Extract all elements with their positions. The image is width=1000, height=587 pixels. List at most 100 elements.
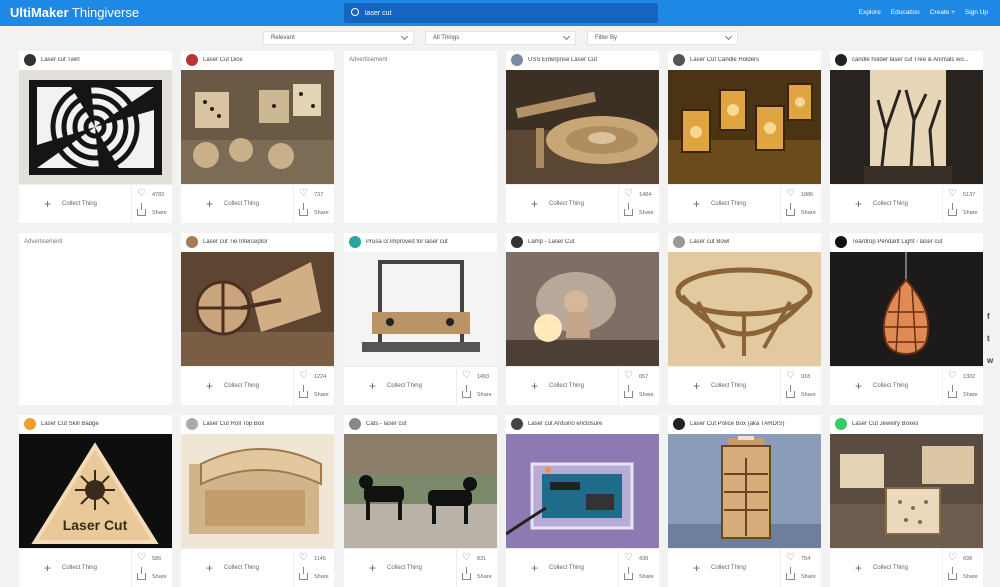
heart-icon[interactable]: ♡ xyxy=(299,371,308,381)
twitter-icon[interactable]: t xyxy=(987,334,990,343)
thing-thumbnail[interactable] xyxy=(344,434,497,548)
nav-create[interactable]: Create + xyxy=(930,9,955,16)
thing-thumbnail[interactable] xyxy=(668,252,821,366)
share-label[interactable]: Share xyxy=(152,574,167,580)
heart-icon[interactable]: ♡ xyxy=(786,553,795,563)
type-select[interactable]: All Things xyxy=(425,31,576,45)
collect-button[interactable]: + Collect Thing xyxy=(506,366,618,405)
thing-card[interactable]: Laser Cut Police Box (aka TARDIS) + Colle… xyxy=(668,415,821,587)
share-icon[interactable] xyxy=(948,385,957,398)
thing-card[interactable]: Laser cut Arduino enclosure + Collect Thi… xyxy=(506,415,659,587)
collect-button[interactable]: + Collect Thing xyxy=(344,366,456,405)
thing-title[interactable]: Laser Cut Skill Badge xyxy=(41,421,167,427)
collect-button[interactable]: + Collect Thing xyxy=(506,548,618,587)
avatar[interactable] xyxy=(511,418,523,430)
thing-card[interactable]: Laser cut Tie Interceptor + Collect Thing… xyxy=(181,233,334,405)
heart-icon[interactable]: ♡ xyxy=(624,189,633,199)
filter-by-select[interactable]: Filter By xyxy=(587,31,738,45)
collect-button[interactable]: + Collect Thing xyxy=(19,548,131,587)
share-icon[interactable] xyxy=(299,385,308,398)
thing-thumbnail[interactable] xyxy=(181,70,334,184)
share-label[interactable]: Share xyxy=(477,392,492,398)
share-icon[interactable] xyxy=(299,203,308,216)
share-label[interactable]: Share xyxy=(314,574,329,580)
thing-thumbnail[interactable]: Laser Cut xyxy=(19,434,172,548)
thing-thumbnail[interactable] xyxy=(19,70,172,184)
search-bar[interactable] xyxy=(344,3,658,23)
avatar[interactable] xyxy=(673,54,685,66)
collect-button[interactable]: + Collect Thing xyxy=(181,548,293,587)
thing-thumbnail[interactable] xyxy=(506,252,659,366)
sort-select[interactable]: Relevant xyxy=(263,31,414,45)
whatsapp-icon[interactable]: w xyxy=(987,356,993,365)
avatar[interactable] xyxy=(835,54,847,66)
thing-thumbnail[interactable] xyxy=(830,434,983,548)
thing-thumbnail[interactable] xyxy=(830,252,983,366)
heart-icon[interactable]: ♡ xyxy=(948,553,957,563)
share-label[interactable]: Share xyxy=(801,574,816,580)
avatar[interactable] xyxy=(24,418,36,430)
thing-title[interactable]: Lamp - Laser Cut xyxy=(528,239,654,245)
thing-card[interactable]: USS Enterprise Laser Cut + Collect Thing … xyxy=(506,51,659,223)
share-icon[interactable] xyxy=(786,203,795,216)
thing-title[interactable]: candle holder laser cut Tree & Animals w… xyxy=(852,57,978,63)
thing-card[interactable]: Laser Cut Candle Holders + Collect Thing … xyxy=(668,51,821,223)
share-label[interactable]: Share xyxy=(639,210,654,216)
collect-button[interactable]: + Collect Thing xyxy=(181,366,293,405)
heart-icon[interactable]: ♡ xyxy=(137,553,146,563)
collect-button[interactable]: + Collect Thing xyxy=(506,184,618,223)
collect-button[interactable]: + Collect Thing xyxy=(668,366,780,405)
collect-button[interactable]: + Collect Thing xyxy=(344,548,456,587)
search-input[interactable] xyxy=(365,6,645,20)
share-label[interactable]: Share xyxy=(477,574,492,580)
share-label[interactable]: Share xyxy=(801,210,816,216)
thing-title[interactable]: Laser Cut Candle Holders xyxy=(690,57,816,63)
brand-logo[interactable]: UltiMaker Thingiverse xyxy=(10,5,139,20)
heart-icon[interactable]: ♡ xyxy=(948,371,957,381)
thing-card[interactable]: Cats - laser cut + Collect Thing ♡ 831 Shar… xyxy=(344,415,497,587)
avatar[interactable] xyxy=(673,418,685,430)
nav-explore[interactable]: Explore xyxy=(859,9,881,16)
thing-title[interactable]: Prusa i3 Improved for laser cut xyxy=(366,239,492,245)
thing-title[interactable]: USS Enterprise Laser Cut xyxy=(528,57,654,63)
share-label[interactable]: Share xyxy=(314,210,329,216)
share-label[interactable]: Share xyxy=(152,210,167,216)
thing-title[interactable]: Laser cut Twirl xyxy=(41,57,167,63)
share-label[interactable]: Share xyxy=(963,574,978,580)
share-label[interactable]: Share xyxy=(963,392,978,398)
thing-thumbnail[interactable] xyxy=(181,252,334,366)
collect-button[interactable]: + Collect Thing xyxy=(830,366,942,405)
collect-button[interactable]: + Collect Thing xyxy=(830,548,942,587)
avatar[interactable] xyxy=(186,54,198,66)
heart-icon[interactable]: ♡ xyxy=(786,371,795,381)
avatar[interactable] xyxy=(349,418,361,430)
facebook-icon[interactable]: f xyxy=(987,312,990,321)
share-icon[interactable] xyxy=(624,567,633,580)
heart-icon[interactable]: ♡ xyxy=(299,553,308,563)
nav-education[interactable]: Education xyxy=(891,9,920,16)
thing-title[interactable]: Laser Cut Jewelry Boxes xyxy=(852,421,978,427)
share-icon[interactable] xyxy=(948,203,957,216)
thing-thumbnail[interactable] xyxy=(668,434,821,548)
thing-title[interactable]: Cats - laser cut xyxy=(366,421,492,427)
heart-icon[interactable]: ♡ xyxy=(948,189,957,199)
avatar[interactable] xyxy=(186,418,198,430)
share-icon[interactable] xyxy=(624,203,633,216)
share-label[interactable]: Share xyxy=(639,392,654,398)
heart-icon[interactable]: ♡ xyxy=(462,371,471,381)
collect-button[interactable]: + Collect Thing xyxy=(181,184,293,223)
share-icon[interactable] xyxy=(786,567,795,580)
share-icon[interactable] xyxy=(624,385,633,398)
share-label[interactable]: Share xyxy=(963,210,978,216)
share-label[interactable]: Share xyxy=(314,392,329,398)
avatar[interactable] xyxy=(673,236,685,248)
thing-card[interactable]: Lamp - Laser Cut + Collect Thing ♡ 657 Shar… xyxy=(506,233,659,405)
collect-button[interactable]: + Collect Thing xyxy=(19,184,131,223)
collect-button[interactable]: + Collect Thing xyxy=(830,184,942,223)
avatar[interactable] xyxy=(511,54,523,66)
heart-icon[interactable]: ♡ xyxy=(137,189,146,199)
thing-card[interactable]: Laser cut Bowl + Collect Thing ♡ 918 Share xyxy=(668,233,821,405)
share-icon[interactable] xyxy=(462,567,471,580)
thing-card[interactable]: Laser Cut Jewelry Boxes + Collect Thing ♡… xyxy=(830,415,983,587)
thing-title[interactable]: Laser cut Tie Interceptor xyxy=(203,239,329,245)
